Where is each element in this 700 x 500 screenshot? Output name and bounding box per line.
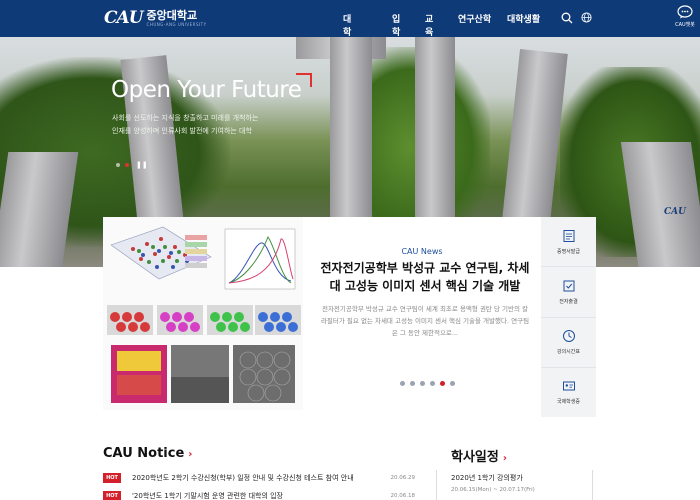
news-page-dot[interactable]: [430, 381, 435, 386]
schedule-title-text: 학사일정: [451, 450, 499, 465]
notice-item-title[interactable]: 2020학년도 2학기 수강신청(학부) 일정 안내 및 수강신청 테스트 참여…: [132, 473, 382, 483]
notice-list-item[interactable]: HOT 2020학년도 2학기 수강신청(학부) 일정 안내 및 수강신청 테스…: [103, 471, 415, 485]
quick-link-student-id[interactable]: 국제학생증: [541, 368, 596, 417]
logo-text: 중앙대학교 CHUNG-ANG UNIVERSITY: [147, 10, 207, 27]
nav-education[interactable]: 교육: [425, 12, 433, 38]
hot-badge: HOT: [103, 473, 121, 483]
news-page-dot[interactable]: [420, 381, 425, 386]
globe-icon[interactable]: [581, 12, 592, 23]
notice-item-title[interactable]: '20학년도 1학기 기말시험 운영 관련한 대학의 입장: [132, 491, 382, 500]
chevron-right-icon: ›: [502, 453, 507, 464]
news-figure-image: [103, 217, 303, 410]
notice-title-text: CAU Notice: [103, 446, 185, 461]
schedule-item-date: 20.06.15(Mon) ~ 20.07.17(Fri): [451, 487, 535, 493]
quick-link-label: 증명서발급: [556, 248, 580, 255]
notice-item-date: 20.06.18: [390, 493, 416, 499]
news-category-label: CAU News: [401, 247, 443, 256]
logo-english-name: CHUNG-ANG UNIVERSITY: [146, 21, 207, 27]
nav-research[interactable]: 연구산학: [458, 12, 491, 25]
chat-bubble-icon: [677, 5, 693, 19]
chatbot-button[interactable]: CAU챗봇: [672, 5, 698, 28]
hero-subtitle-line: 인재를 양성하며 인류사회 발전에 기여하는 대학: [112, 127, 252, 135]
nav-admission[interactable]: 입학: [392, 12, 400, 38]
news-page-dot[interactable]: [400, 381, 405, 386]
quick-link-timetable[interactable]: 강의시간표: [541, 318, 596, 368]
chevron-right-icon: ›: [188, 449, 193, 460]
quick-links-panel: 증명서발급 전자출결 강의시간표 국제학생증: [541, 217, 596, 417]
news-summary: 전자전기공학부 박성규 교수 연구팀이 세계 최초로 용액형 권탄 당 기반의 …: [320, 305, 530, 337]
schedule-item-name: 2020년 1학기 강의평가: [451, 474, 523, 482]
hero-title: Open Your Future: [111, 77, 302, 103]
logo-mark: CAU: [104, 8, 144, 28]
hero-corner-accent: [296, 73, 312, 87]
news-page-dot[interactable]: [410, 381, 415, 386]
news-card[interactable]: CAU News 전자전기공학부 박성규 교수 연구팀, 차세대 고성능 이미지…: [103, 217, 541, 410]
news-title[interactable]: 전자전기공학부 박성규 교수 연구팀, 차세대 고성능 이미지 센서 핵심 기술…: [320, 259, 530, 295]
certificate-icon: [563, 229, 574, 242]
id-card-icon: [562, 381, 575, 391]
quick-link-attendance[interactable]: 전자출결: [541, 267, 596, 318]
quick-link-certificate[interactable]: 증명서발급: [541, 217, 596, 268]
clock-icon: [562, 330, 575, 343]
attendance-icon: [563, 280, 574, 292]
hero-subtitle-line: 사회를 선도하는 지식을 창출하고 미래를 개척하는: [112, 114, 259, 122]
news-page-dot[interactable]: [450, 381, 455, 386]
hero-slide-dot-active[interactable]: [125, 163, 129, 167]
university-logo[interactable]: CAU 중앙대학교 CHUNG-ANG UNIVERSITY: [104, 8, 207, 28]
hero-pillar: [500, 49, 568, 243]
news-pagination: [400, 381, 455, 386]
schedule-section-title[interactable]: 학사일정 ›: [451, 446, 507, 465]
hot-badge: HOT: [103, 491, 121, 500]
top-header: CAU 중앙대학교 CHUNG-ANG UNIVERSITY 대학소개 입학 교…: [0, 0, 700, 64]
chatbot-label: CAU챗봇: [675, 22, 695, 28]
hero-slide-dot[interactable]: [116, 163, 120, 167]
hero-pillar: [415, 37, 455, 217]
search-icon[interactable]: [561, 12, 573, 24]
quick-link-label: 강의시간표: [556, 349, 580, 356]
hero-slide-indicator: ❚❚: [116, 161, 148, 169]
hero-subtitle: 사회를 선도하는 지식을 창출하고 미래를 개척하는 인재를 양성하며 인류사회…: [112, 112, 322, 138]
pause-icon[interactable]: ❚❚: [136, 161, 148, 169]
notice-list-item[interactable]: HOT '20학년도 1학기 기말시험 운영 관련한 대학의 입장 20.06.…: [103, 489, 415, 500]
hero-pillar: [0, 152, 79, 267]
schedule-item[interactable]: 2020년 1학기 강의평가 20.06.15(Mon) ~ 20.07.17(…: [451, 473, 535, 493]
news-page-dot-active[interactable]: [440, 381, 445, 386]
hero-pillar: [330, 37, 372, 217]
schedule-divider: [592, 470, 593, 500]
logo-korean-name: 중앙대학교: [146, 8, 198, 22]
quick-link-label: 국제학생증: [556, 399, 580, 406]
stone-cau-label: CAU: [664, 207, 686, 217]
section-divider: [436, 470, 437, 500]
notice-section-title[interactable]: CAU Notice ›: [103, 446, 192, 461]
nav-campus-life[interactable]: 대학생활: [507, 12, 540, 25]
notice-item-date: 20.06.29: [390, 475, 416, 481]
quick-link-label: 전자출결: [559, 298, 578, 305]
